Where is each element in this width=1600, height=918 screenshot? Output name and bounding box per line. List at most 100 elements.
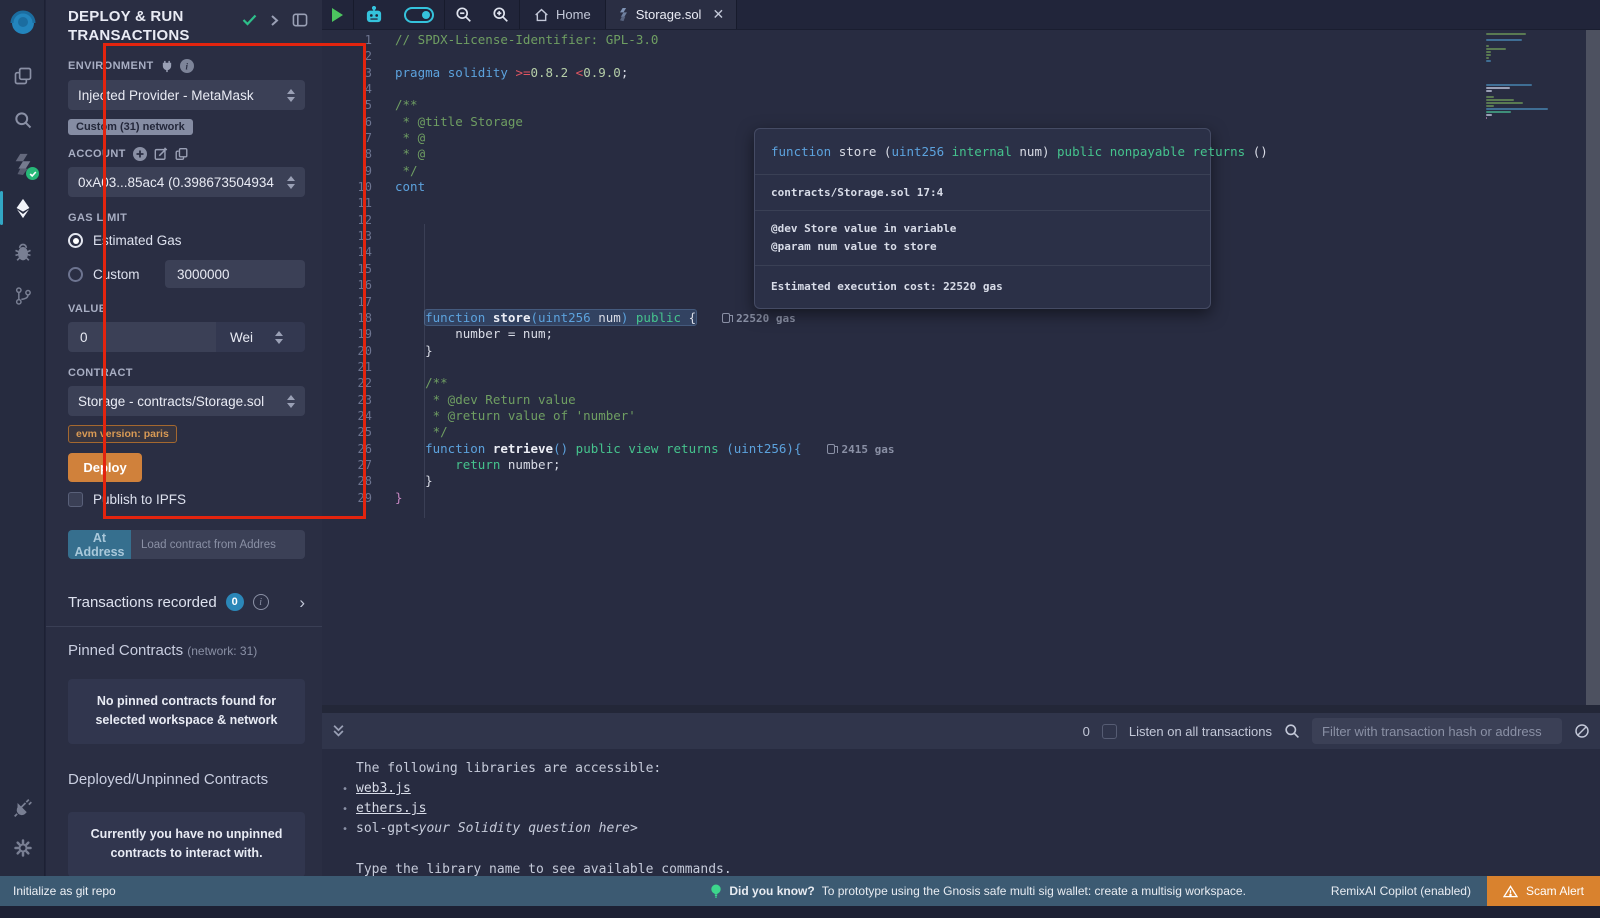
run-script-button[interactable] [322,0,353,29]
line-number: 11 [322,195,377,211]
lightbulb-icon [710,884,722,899]
contract-select[interactable]: Storage - contracts/Storage.sol [68,386,305,416]
publish-ipfs-row: Publish to IPFS [68,492,305,507]
tab-storage-sol[interactable]: Storage.sol ✕ [606,0,737,29]
scam-alert-button[interactable]: Scam Alert [1487,876,1600,906]
line-number: 23 [322,392,377,408]
line-number: 8 [322,146,377,162]
pinned-contracts-title: Pinned Contracts (network: 31) [68,642,305,659]
collapse-terminal-icon[interactable] [332,724,345,738]
zoom-out-button[interactable] [445,0,482,29]
main-area: Home Storage.sol ✕ 123456789101112131415… [322,0,1600,876]
plug-icon[interactable] [161,60,173,73]
line-number: 10 [322,179,377,195]
tip-title: Did you know? [729,884,814,898]
terminal-tx-count: 0 [1083,724,1090,739]
estimated-gas-radio[interactable] [68,233,83,248]
remix-ide-window: DEPLOY & RUN TRANSACTIONS ENVIRONMENT i … [0,0,1600,918]
code-line: /** [395,375,1480,391]
transactions-expand-icon[interactable]: › [299,594,305,611]
environment-label: ENVIRONMENT [68,60,154,72]
tooltip-gas-cost: Estimated execution cost: 22520 gas [755,266,1210,308]
transactions-info-icon[interactable]: i [253,594,269,610]
terminal-library-link[interactable]: web3.js [356,779,411,799]
add-account-icon[interactable] [133,147,147,161]
line-number: 18 [322,310,377,326]
code-line [395,81,1480,97]
line-number: 13 [322,228,377,244]
sign-message-icon[interactable] [154,147,168,161]
clear-console-icon[interactable] [1574,723,1590,739]
code-line: } [395,490,1480,506]
value-unit-select[interactable]: Wei [216,322,305,352]
copilot-toggle[interactable] [394,0,444,29]
tip-text: To prototype using the Gnosis safe multi… [822,884,1246,898]
terminal-header: 0 Listen on all transactions [322,713,1600,749]
line-number: 9 [322,163,377,179]
code-line: } [395,343,1480,359]
close-tab-icon[interactable]: ✕ [712,6,724,23]
debugger-icon[interactable] [0,232,45,272]
terminal-resize-handle[interactable] [322,705,1600,713]
environment-value: Injected Provider - MetaMask [78,88,287,103]
code-line [395,359,1480,375]
select-arrows-icon [263,331,296,344]
line-number: 15 [322,261,377,277]
line-number: 21 [322,359,377,375]
gas-estimate-badge: 22520 gas [722,311,796,327]
ai-copilot-button[interactable] [354,0,394,29]
file-explorer-icon[interactable] [0,56,45,96]
publish-ipfs-checkbox[interactable] [68,492,83,507]
estimated-gas-row: Estimated Gas [68,233,305,248]
git-icon[interactable] [0,276,45,316]
custom-gas-radio[interactable] [68,267,83,282]
deploy-button[interactable]: Deploy [68,453,142,482]
active-tab-indicator [0,191,3,225]
environment-select[interactable]: Injected Provider - MetaMask [68,80,305,110]
zoom-in-button[interactable] [482,0,519,29]
plugin-manager-icon[interactable] [0,788,45,828]
account-select[interactable]: 0xA03...85ac4 (0.398673504934 [68,167,305,197]
copy-account-icon[interactable] [175,147,188,161]
expand-panel-icon[interactable] [270,14,279,27]
pin-panel-icon[interactable] [292,13,308,27]
search-icon[interactable] [0,100,45,140]
gas-pump-icon [722,313,730,323]
line-number: 27 [322,457,377,473]
tab-home[interactable]: Home [520,0,605,29]
code-line: function retrieve() public view returns … [395,441,1480,457]
svg-text:i: i [185,62,188,72]
toggle-on-icon [404,7,434,23]
settings-gear-icon[interactable] [0,828,45,868]
transactions-recorded-label: Transactions recorded [68,594,217,611]
estimated-gas-label: Estimated Gas [93,233,182,248]
pinned-contracts-empty: No pinned contracts found for selected w… [68,679,305,744]
line-number: 24 [322,408,377,424]
terminal-library-link[interactable]: ethers.js [356,799,426,819]
environment-info-icon[interactable]: i [180,59,194,73]
at-address-input[interactable] [131,530,305,559]
listen-all-checkbox[interactable] [1102,724,1117,739]
solidity-compiler-icon[interactable] [0,144,45,184]
editor-toolbar: Home Storage.sol ✕ [322,0,1600,30]
custom-gas-input[interactable] [165,260,305,288]
terminal-filter-input[interactable] [1312,718,1562,744]
deploy-and-run-icon[interactable] [0,188,45,228]
line-number: 4 [322,81,377,97]
select-arrows-icon [287,89,295,102]
terminal: 0 Listen on all transactions The followi… [322,705,1600,876]
custom-gas-label: Custom [93,267,140,282]
line-number: 2 [322,48,377,64]
git-init-status[interactable]: Initialize as git repo [13,884,116,898]
editor-scrollbar[interactable] [1586,30,1600,705]
line-number: 20 [322,343,377,359]
value-input[interactable] [68,322,216,352]
at-address-button[interactable]: At Address [68,530,131,559]
copilot-status[interactable]: RemixAI Copilot (enabled) [1331,884,1471,898]
editor-minimap[interactable] [1486,32,1578,120]
remix-logo-icon[interactable] [0,0,45,48]
at-address-row: At Address [68,530,305,559]
code-line: */ [395,424,1480,440]
line-number: 25 [322,424,377,440]
network-badge: Custom (31) network [68,119,193,135]
